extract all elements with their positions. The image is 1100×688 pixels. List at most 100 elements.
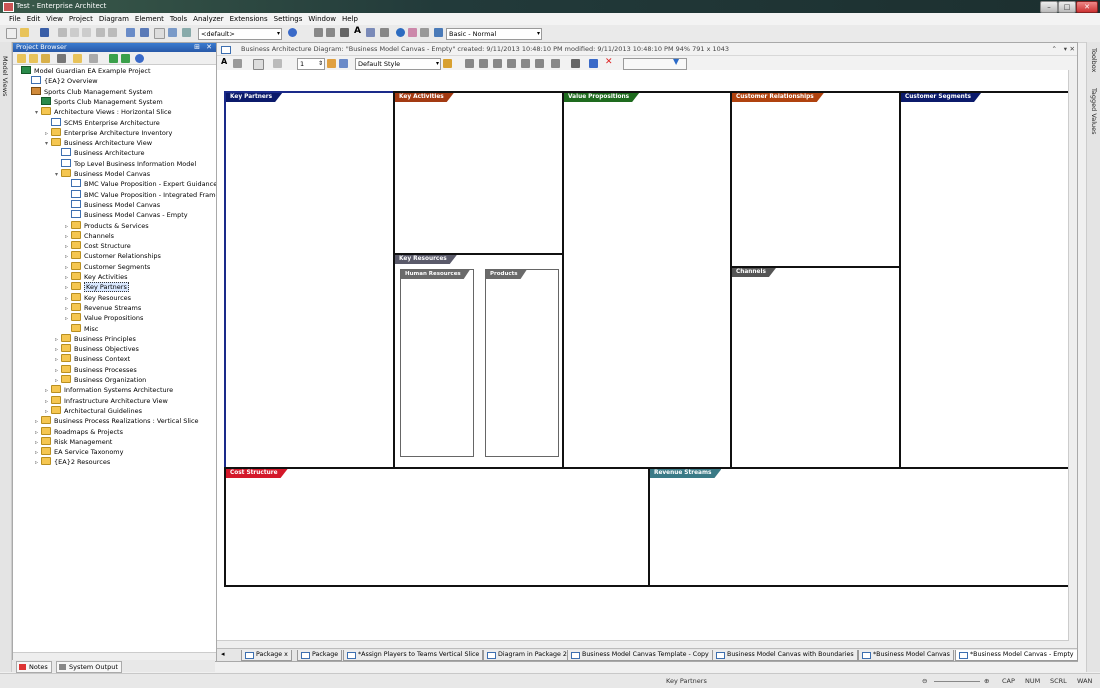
align-left-icon[interactable] xyxy=(465,59,474,68)
search-icon[interactable] xyxy=(182,28,191,37)
value-propositions-block[interactable]: Value Propositions xyxy=(562,91,732,469)
tools-icon[interactable] xyxy=(420,28,429,37)
web-icon[interactable] xyxy=(288,28,297,37)
tree-item[interactable]: {EA}2 Overview xyxy=(25,76,98,86)
collapse-icon[interactable]: ⌃ xyxy=(1052,43,1057,55)
tree-item[interactable]: ▹ Business Objectives xyxy=(55,344,139,354)
undo-icon[interactable] xyxy=(96,28,105,37)
zoom-slider[interactable] xyxy=(934,677,980,682)
tree-item[interactable]: ▹ Risk Management xyxy=(35,436,112,447)
cost-structure-block[interactable]: Cost Structure xyxy=(224,467,650,587)
paste-icon[interactable] xyxy=(82,28,91,37)
tree-item[interactable]: ▹ Key Partners xyxy=(65,282,129,293)
tree-item[interactable]: Misc xyxy=(65,323,98,334)
dropdown-icon[interactable]: ▾ xyxy=(1064,43,1067,55)
connector-icon[interactable] xyxy=(571,59,580,68)
print-icon[interactable] xyxy=(168,28,177,37)
diagram-tab[interactable]: *Business Model Canvas xyxy=(858,650,954,661)
tree-item[interactable]: ▹ Cost Structure xyxy=(65,241,131,251)
key-activities-block[interactable]: Key Activities xyxy=(393,91,564,255)
move-down-icon[interactable] xyxy=(121,54,130,63)
align-center-icon[interactable] xyxy=(479,59,488,68)
tree-item[interactable]: ▹ Roadmaps & Projects xyxy=(35,426,123,437)
tree-item[interactable]: ▹ Customer Segments xyxy=(65,261,150,272)
line-width-input[interactable]: 1 ⇕ xyxy=(297,58,325,70)
layout-icon[interactable] xyxy=(443,59,452,68)
tab-scroll-left-icon[interactable]: ◂ xyxy=(221,650,225,658)
new-element-icon[interactable] xyxy=(41,54,50,63)
zoom-in-icon[interactable]: ⊕ xyxy=(984,677,989,685)
close-icon[interactable]: ✕ xyxy=(206,43,212,52)
line-color-icon[interactable] xyxy=(273,59,282,68)
tree-item[interactable]: ▹ Channels xyxy=(65,230,114,241)
tree-item[interactable]: Business Architecture xyxy=(55,148,145,158)
menu-view[interactable]: View xyxy=(43,13,66,25)
tree-item[interactable]: ▾ Business Architecture View xyxy=(45,138,152,148)
document-icon[interactable] xyxy=(154,28,165,39)
tree-item[interactable]: Business Model Canvas xyxy=(65,199,160,210)
model-views-tab[interactable]: Model Views xyxy=(1,56,9,96)
tagged-values-tab[interactable]: Tagged Values xyxy=(1090,88,1098,135)
tree-item[interactable]: Business Model Canvas - Empty xyxy=(65,210,188,220)
tree-item[interactable]: ▹ Infrastructure Architecture View xyxy=(45,395,168,406)
workspace-select[interactable]: Basic - Normal ▾ xyxy=(446,28,542,40)
human-resources-block[interactable]: Human Resources xyxy=(400,269,474,457)
revenue-streams-block[interactable]: Revenue Streams xyxy=(648,467,1071,587)
binoculars-icon[interactable] xyxy=(57,54,66,63)
layout-icon[interactable] xyxy=(314,28,323,37)
options-icon[interactable] xyxy=(89,54,98,63)
tree-item[interactable]: ▹ Information Systems Architecture xyxy=(45,385,173,395)
find-icon[interactable] xyxy=(126,28,135,37)
diagram-tab[interactable]: Package xyxy=(297,650,343,661)
diagram-tab[interactable]: Business Model Canvas with Boundaries xyxy=(712,650,858,661)
tree-item[interactable]: ▹ Enterprise Architecture Inventory xyxy=(45,127,172,138)
tree-item[interactable]: ▹ Business Processes xyxy=(55,364,137,375)
align-bottom-icon[interactable] xyxy=(535,59,544,68)
tree-item[interactable]: ▹ Key Activities xyxy=(65,272,128,282)
brush-icon[interactable] xyxy=(408,28,417,37)
key-partners-block[interactable]: Key Partners xyxy=(224,91,395,469)
diagram-tab[interactable]: Diagram in Package 2 xyxy=(483,650,571,661)
tree-item[interactable]: Top Level Business Information Model xyxy=(55,158,196,169)
zoom-out-icon[interactable]: ⊖ xyxy=(922,677,927,685)
style-icon[interactable] xyxy=(339,59,348,68)
customer-relationships-block[interactable]: Customer Relationships xyxy=(730,91,901,268)
align-top-icon[interactable] xyxy=(507,59,516,68)
tree-item[interactable]: ▹ Customer Relationships xyxy=(65,251,161,261)
diagram-tab[interactable]: *Assign Players to Teams Vertical Slice xyxy=(343,650,484,661)
diagram-tab[interactable]: Package x xyxy=(241,650,292,661)
workspace-icon[interactable] xyxy=(434,28,443,37)
perspective-select[interactable]: <default> ▾ xyxy=(198,28,282,40)
align-right-icon[interactable] xyxy=(493,59,502,68)
diagram-tab[interactable]: Business Model Canvas Template - Copy xyxy=(567,650,713,661)
delete-icon[interactable]: ✕ xyxy=(605,57,613,67)
grid-icon[interactable] xyxy=(326,28,335,37)
menu-help[interactable]: Help xyxy=(339,13,361,25)
tree-item[interactable]: Model Guardian EA Example Project xyxy=(15,66,151,76)
tree-item[interactable]: ▾ Business Model Canvas xyxy=(55,169,150,179)
style-select[interactable]: Default Style ▾ xyxy=(355,58,441,70)
align-middle-icon[interactable] xyxy=(521,59,530,68)
tree-item[interactable]: BMC Value Proposition - Integrated Frame… xyxy=(65,189,235,200)
pin-icon[interactable]: ⊞ xyxy=(194,43,200,52)
text-icon[interactable]: A xyxy=(354,26,363,36)
globe-icon[interactable] xyxy=(396,28,405,37)
help-icon[interactable] xyxy=(135,54,144,63)
minimize-button[interactable]: – xyxy=(1040,1,1058,13)
menu-window[interactable]: Window xyxy=(305,13,339,25)
tree-item[interactable]: ▹ Architectural Guidelines xyxy=(45,405,142,416)
table-icon[interactable] xyxy=(340,28,349,37)
open-icon[interactable] xyxy=(20,28,29,37)
menu-diagram[interactable]: Diagram xyxy=(96,13,132,25)
tree-item[interactable]: ▹ Business Organization xyxy=(55,375,146,385)
menu-edit[interactable]: Edit xyxy=(24,13,44,25)
menu-tools[interactable]: Tools xyxy=(167,13,190,25)
customer-segments-block[interactable]: Customer Segments xyxy=(899,91,1071,469)
font-icon[interactable]: A xyxy=(221,57,227,66)
zoom-icon[interactable] xyxy=(589,59,598,68)
close-icon[interactable]: ✕ xyxy=(1070,43,1075,55)
tree-item[interactable]: BMC Value Proposition - Expert Guidance xyxy=(65,179,217,189)
tab-system-output[interactable]: System Output xyxy=(56,661,122,673)
edit-icon[interactable] xyxy=(73,54,82,63)
new-package-icon[interactable] xyxy=(17,54,26,63)
